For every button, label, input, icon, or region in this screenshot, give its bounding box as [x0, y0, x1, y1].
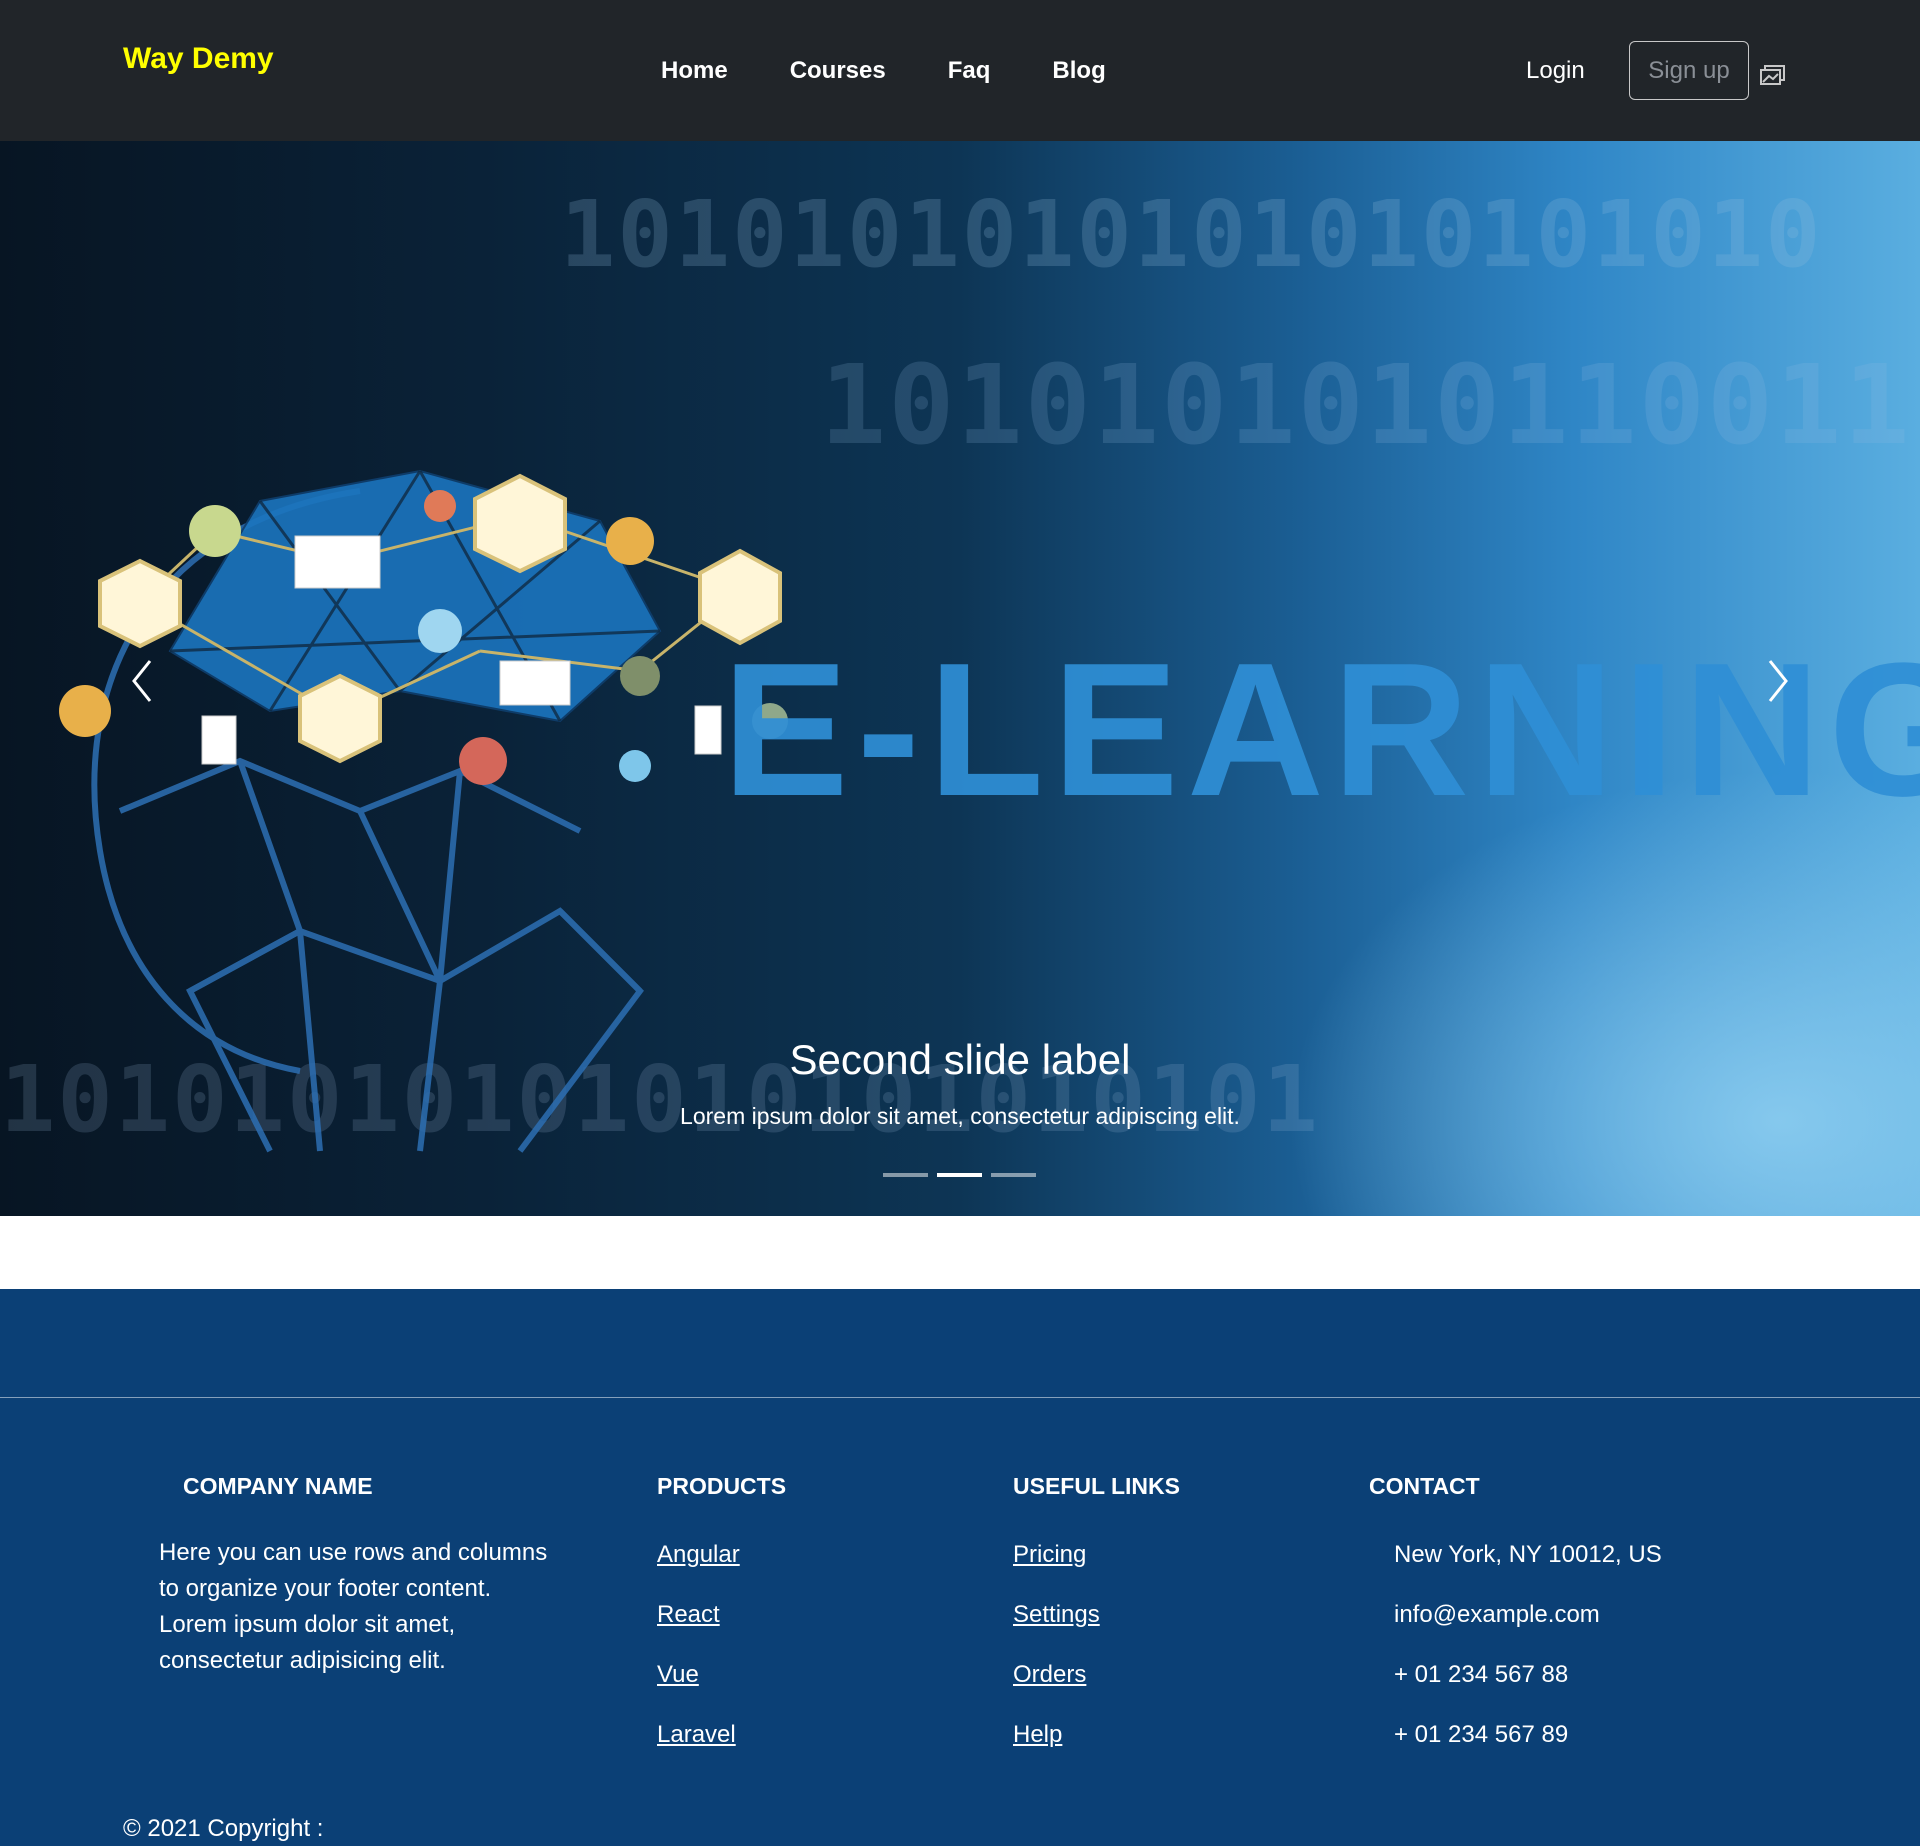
contact-phone-1: + 01 234 567 88 — [1394, 1661, 1569, 1688]
footer-products-title: PRODUCTS — [657, 1473, 787, 1499]
footer-divider — [0, 1397, 1920, 1398]
carousel-indicators — [883, 1173, 1036, 1177]
binary-background-text: 1010101010101010101010 — [560, 181, 1823, 288]
footer-link-settings[interactable]: Settings — [1013, 1601, 1100, 1629]
contact-address: New York, NY 10012, US — [1394, 1541, 1662, 1568]
nav-link-blog[interactable]: Blog — [1052, 57, 1105, 85]
hero-carousel: 1010101010101010101010 10101010101100111… — [0, 141, 1920, 1216]
slide-caption-text: Lorem ipsum dolor sit amet, consectetur … — [680, 1103, 1240, 1129]
contact-phone-2: + 01 234 567 89 — [1394, 1721, 1569, 1748]
footer-link-pricing[interactable]: Pricing — [1013, 1541, 1086, 1569]
copyright-text: © 2021 Copyright : — [123, 1815, 324, 1842]
nav-link-home[interactable]: Home — [661, 57, 728, 85]
footer-link-help[interactable]: Help — [1013, 1721, 1062, 1749]
carousel-indicator-1[interactable] — [883, 1173, 928, 1177]
footer-link-react[interactable]: React — [657, 1601, 720, 1629]
binary-background-text: 10101010101100111 — [820, 341, 1920, 469]
footer-company-title: COMPANY NAME — [183, 1473, 373, 1499]
chevron-right-icon[interactable] — [1756, 651, 1796, 711]
broken-image-icon — [1760, 65, 1785, 85]
carousel-indicator-3[interactable] — [991, 1173, 1036, 1177]
footer-contact-title: CONTACT — [1369, 1473, 1480, 1499]
login-link[interactable]: Login — [1526, 57, 1585, 85]
slide-caption-title: Second slide label — [789, 1036, 1131, 1083]
navbar: Way Demy Home Courses Faq Blog Login Sig… — [0, 0, 1920, 141]
brand-logo[interactable]: Way Demy — [123, 42, 274, 76]
nav-link-courses[interactable]: Courses — [790, 57, 886, 85]
footer-link-laravel[interactable]: Laravel — [657, 1721, 736, 1749]
footer-company-text: Here you can use rows and columns to org… — [159, 1539, 548, 1674]
footer-link-orders[interactable]: Orders — [1013, 1661, 1086, 1689]
footer-link-vue[interactable]: Vue — [657, 1661, 699, 1689]
footer-link-angular[interactable]: Angular — [657, 1541, 740, 1569]
carousel-indicator-2[interactable] — [937, 1173, 982, 1177]
e-learning-title: E-LEARNING — [722, 624, 1920, 836]
signup-button[interactable]: Sign up — [1629, 41, 1749, 100]
footer-useful-links-title: USEFUL LINKS — [1013, 1473, 1180, 1499]
chevron-left-icon[interactable] — [124, 651, 164, 711]
nav-links: Home Courses Faq Blog — [661, 57, 1168, 85]
nav-link-faq[interactable]: Faq — [948, 57, 991, 85]
contact-email: info@example.com — [1394, 1601, 1600, 1628]
